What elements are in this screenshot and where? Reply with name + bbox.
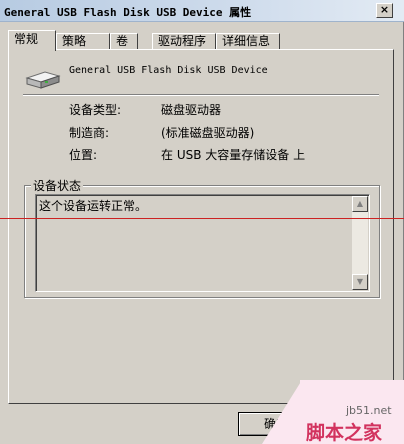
separator	[23, 94, 379, 96]
scroll-up-button[interactable]: ▲	[352, 196, 368, 212]
device-status-text: 这个设备运转正常。	[39, 199, 148, 213]
tab-driver-label: 驱动程序	[158, 34, 207, 48]
tab-volumes[interactable]: 卷	[110, 33, 138, 50]
manufacturer-label: 制造商:	[69, 126, 110, 140]
tab-policies-label: 策略	[62, 34, 87, 48]
location-label: 位置:	[69, 148, 98, 162]
device-status-title: 设备状态	[31, 177, 84, 194]
tab-strip: 常规 策略 卷 驱动程序 详细信息	[8, 30, 398, 51]
location-value: 在 USB 大容量存储设备 上	[161, 148, 306, 162]
annotation-line	[0, 218, 404, 219]
window-title: General USB Flash Disk USB Device 属性	[4, 6, 252, 19]
status-scrollbar[interactable]: ▲ ▼	[352, 196, 368, 290]
tab-driver[interactable]: 驱动程序	[152, 33, 216, 50]
device-type-value: 磁盘驱动器	[161, 103, 222, 117]
device-type-label: 设备类型:	[69, 103, 122, 117]
tab-details[interactable]: 详细信息	[216, 33, 280, 50]
tab-volumes-label: 卷	[116, 34, 129, 48]
watermark-site-name: 脚本之家	[306, 422, 383, 444]
site-watermark: jb51.net 脚本之家	[262, 380, 404, 444]
tab-general-label: 常规	[14, 32, 39, 46]
arrow-up-icon: ▲	[356, 199, 364, 208]
general-tab-panel: General USB Flash Disk USB Device 设备类型: …	[8, 49, 394, 404]
scroll-down-button[interactable]: ▼	[352, 274, 368, 290]
arrow-down-icon: ▼	[356, 277, 364, 286]
usb-drive-icon	[25, 71, 61, 89]
properties-dialog: General USB Flash Disk USB Device 属性 × 常…	[0, 0, 404, 444]
watermark-url: jb51.net	[346, 404, 392, 417]
tab-policies[interactable]: 策略	[56, 33, 110, 50]
close-button[interactable]: ×	[376, 3, 393, 18]
tab-details-label: 详细信息	[222, 34, 271, 48]
close-icon: ×	[379, 3, 390, 16]
device-name: General USB Flash Disk USB Device	[69, 65, 268, 76]
watermark-page-curl	[262, 380, 302, 444]
device-status-textbox[interactable]: 这个设备运转正常。 ▲ ▼	[35, 194, 370, 292]
manufacturer-value: (标准磁盘驱动器)	[161, 126, 255, 140]
title-bar[interactable]: General USB Flash Disk USB Device 属性 ×	[0, 0, 404, 22]
tab-general[interactable]: 常规	[8, 30, 56, 51]
device-status-group: 设备状态 这个设备运转正常。 ▲ ▼	[24, 177, 380, 298]
